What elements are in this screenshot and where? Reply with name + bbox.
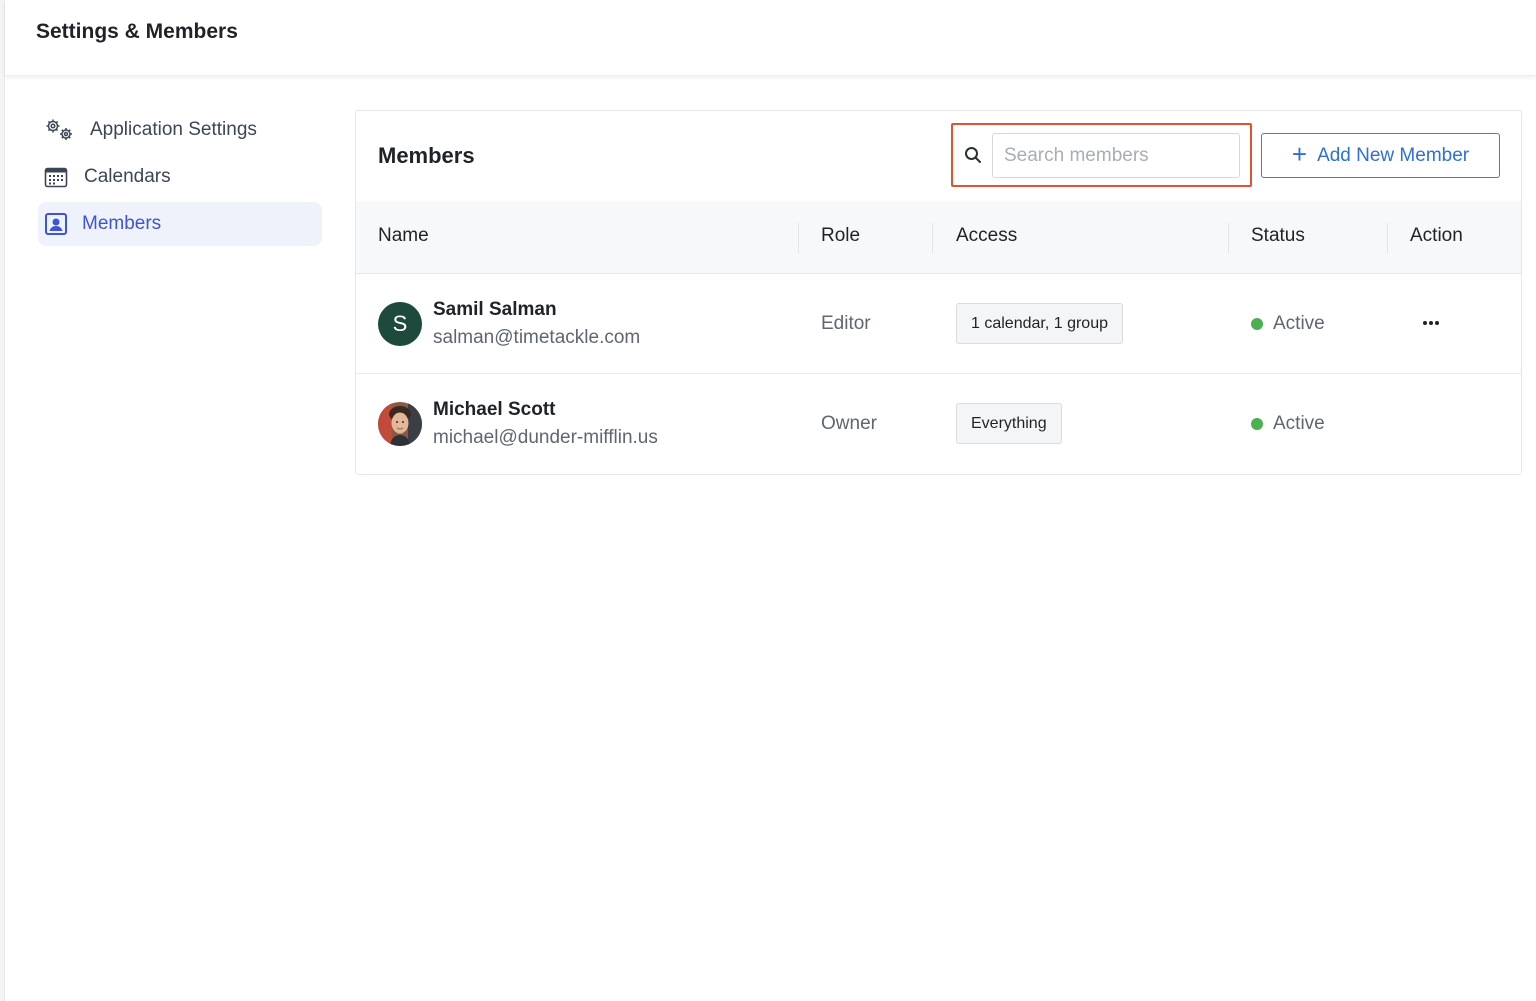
- member-role: Owner: [821, 413, 877, 434]
- gears-icon: [44, 117, 82, 143]
- status-text: Active: [1273, 313, 1325, 334]
- status-indicator: Active: [1251, 413, 1325, 435]
- plus-icon: +: [1291, 139, 1308, 169]
- member-name: Michael Scott: [433, 399, 556, 420]
- table-row: Michael Scott michael@dunder-mifflin.us …: [356, 374, 1521, 474]
- members-panel-header: Members + Add New Member: [356, 111, 1521, 201]
- status-dot-icon: [1251, 318, 1263, 330]
- top-header: Settings & Members: [5, 0, 1536, 76]
- table-row: S Samil Salman salman@timetackle.com Edi…: [356, 274, 1521, 374]
- left-edge-strip: [0, 0, 5, 1001]
- column-header-access[interactable]: Access: [956, 225, 1017, 247]
- sidebar-item-members[interactable]: Members: [38, 202, 322, 246]
- search-members-input[interactable]: [992, 133, 1240, 178]
- sidebar-item-label: Members: [82, 213, 162, 234]
- status-text: Active: [1273, 413, 1325, 434]
- member-email: michael@dunder-mifflin.us: [433, 427, 658, 448]
- member-email: salman@timetackle.com: [433, 327, 641, 348]
- column-header-role[interactable]: Role: [821, 225, 860, 247]
- app-root: Settings & Members Application Settings: [0, 0, 1536, 1001]
- column-divider: [932, 223, 933, 253]
- sidebar-item-application-settings[interactable]: Application Settings: [38, 108, 322, 152]
- members-panel-title: Members: [378, 143, 475, 168]
- member-name: Samil Salman: [433, 299, 557, 320]
- column-header-status[interactable]: Status: [1251, 225, 1305, 247]
- access-badge[interactable]: Everything: [956, 403, 1062, 444]
- add-new-member-label: Add New Member: [1317, 144, 1470, 166]
- sidebar-item-label: Application Settings: [90, 119, 257, 140]
- access-badge[interactable]: 1 calendar, 1 group: [956, 303, 1123, 344]
- column-header-name[interactable]: Name: [378, 225, 429, 247]
- avatar: S: [378, 302, 422, 346]
- column-divider: [1387, 223, 1388, 253]
- table-header: Name Role Access Status Action: [356, 201, 1521, 274]
- members-panel: Members + Add New Member Name Role Acces…: [355, 110, 1522, 475]
- member-card-icon: [44, 211, 74, 237]
- column-header-action: Action: [1410, 225, 1463, 246]
- sidebar: Application Settings Calendars Members: [38, 108, 322, 249]
- more-options-icon[interactable]: [1418, 310, 1444, 336]
- member-role: Editor: [821, 313, 871, 334]
- page-title: Settings & Members: [36, 20, 238, 43]
- search-icon: [963, 145, 983, 165]
- column-divider: [1228, 223, 1229, 253]
- sidebar-item-calendars[interactable]: Calendars: [38, 155, 322, 199]
- column-divider: [798, 223, 799, 253]
- status-indicator: Active: [1251, 313, 1325, 335]
- calendar-icon: [44, 164, 74, 190]
- add-new-member-button[interactable]: + Add New Member: [1261, 133, 1500, 178]
- sidebar-item-label: Calendars: [84, 166, 171, 187]
- status-dot-icon: [1251, 418, 1263, 430]
- avatar-photo: [378, 402, 422, 446]
